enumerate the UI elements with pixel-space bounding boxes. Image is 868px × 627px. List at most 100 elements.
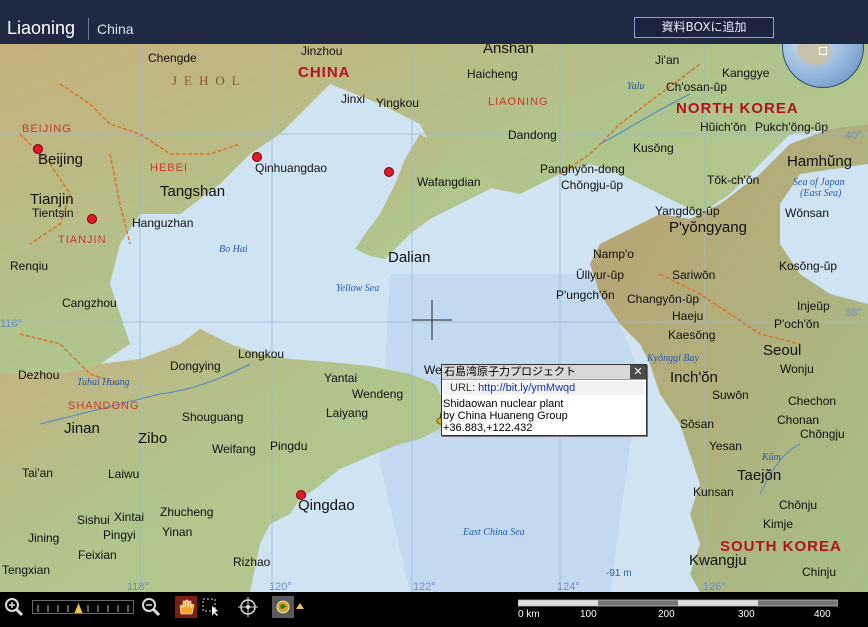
city-label: P'ungch'ŏn [556,288,615,302]
city-label: Yangdŏg-ŭp [655,204,720,218]
close-icon[interactable]: ✕ [630,365,646,379]
city-label: Chŏnju [779,498,818,512]
map-canvas[interactable]: CHINA NORTH KOREA SOUTH KOREA JEHOL LIAO… [0,44,868,592]
zoom-slider-thumb[interactable] [74,603,83,613]
region-label: SHANDONG [68,400,140,412]
longitude-label: 126° [703,581,726,592]
popup-url-row: URL: http://bit.ly/ymMwqd [444,381,644,395]
city-label: Feixian [78,548,117,562]
city-label: Shouguang [182,410,244,424]
water-label: Tuhai Huang [77,377,130,388]
water-label: Bo Hai [219,244,248,255]
popup-body: Shidaowan nuclear plant by China Huaneng… [442,395,646,434]
city-label: Qingdao [298,497,355,514]
city-label: Chŏngju-ŭp [561,178,624,192]
header-bar: Liaoning China 資料BOXに追加 [0,0,868,45]
city-label: Kusŏng [633,141,674,155]
city-label: Haicheng [467,67,518,81]
city-label: Jining [28,531,60,545]
region-label: JEHOL [172,73,247,88]
city-label: Jinzhou [301,44,343,58]
city-label: P'och'ŏn [774,317,820,331]
globe-icon[interactable] [272,596,294,618]
country-label: NORTH KOREA [676,100,799,117]
city-label: Kosŏng-ŭp [779,259,838,273]
city-label: Dandong [508,128,557,142]
city-label: Sishui [77,513,110,527]
city-label: Dalian [388,249,431,266]
city-label: Yinan [162,525,193,539]
zoom-out-icon[interactable] [140,596,162,618]
crosshair-icon[interactable] [237,596,259,618]
arrow-up-icon[interactable] [294,596,306,618]
city-label: Hanguzhan [132,216,194,230]
popup-url-link[interactable]: http://bit.ly/ymMwqd [478,382,575,394]
city-label: Jinan [64,420,100,437]
map-application: Liaoning China 資料BOXに追加 CHINA NORTH KORE… [0,0,868,627]
map-pin-wafangdian[interactable] [384,167,394,177]
city-label: Inch'ŏn [670,369,718,386]
map-pin-tianjin[interactable] [87,214,97,224]
zoom-slider[interactable] [32,600,134,614]
city-label: Laiyang [326,406,369,420]
select-arrow-icon[interactable] [200,596,222,618]
add-to-box-button[interactable]: 資料BOXに追加 [634,17,774,38]
depth-label: -91 m [606,568,632,579]
city-label: Xintai [114,510,145,524]
city-label: Anshan [483,44,534,57]
city-label: Ŭllyur-ŭp [576,268,625,282]
city-label: Wŏnsan [785,206,830,220]
url-label: URL: [450,382,476,394]
city-label: Laiwu [108,467,140,481]
scale-label: 100 [580,609,597,620]
city-label: Tianjin [30,191,74,208]
city-label: Pukch'ŏng-ŭp [755,120,829,134]
hand-pan-icon[interactable] [175,596,197,618]
city-label: Weifang [212,442,256,456]
region-label: HEBEI [150,162,189,174]
city-label: Tai'an [22,466,53,480]
globe-marker-icon [819,47,827,55]
city-label: Cangzhou [62,296,117,310]
longitude-label: 124° [557,581,580,592]
city-label: Yesan [709,439,742,453]
water-label: East China Sea [463,527,525,538]
city-label: Chengde [148,51,197,65]
water-label: Sea of Japan [793,177,845,188]
city-label: Seoul [763,342,802,359]
city-label: Tientsin [32,206,74,220]
city-label: P'yŏngyang [669,219,747,236]
city-label: Renqiu [10,259,49,273]
city-label: Injeŭp [797,299,830,313]
city-label: Wonju [780,362,814,376]
city-label: Kwangju [689,552,747,569]
popup-title: 石島湾原子力プロジェクト [442,365,646,380]
longitude-label: 122° [413,581,436,592]
city-label: Rizhao [233,555,271,569]
city-label: Hŭich'ŏn [700,120,747,134]
scale-label: 0 km [518,609,540,620]
city-label: Taejŏn [737,467,782,484]
city-label: Sŏsan [680,417,715,431]
zoom-in-icon[interactable] [3,596,25,618]
city-label: Haeju [672,309,704,323]
city-label: Kunsan [693,485,734,499]
longitude-label: 118° [127,581,149,592]
city-label: Zibo [138,430,168,447]
city-label: Pingdu [270,439,308,453]
city-label: Jinxi [341,92,366,106]
city-label: Dezhou [18,368,60,382]
title-divider [88,18,89,40]
city-label: Longkou [238,347,285,361]
city-label: Ji'an [655,53,680,67]
water-label: Yellow Sea [336,283,380,294]
popup-line: Shidaowan nuclear plant [443,398,564,410]
city-label: Sariwŏn [672,268,716,282]
region-label: BEIJING [22,123,72,135]
location-popup[interactable]: 石島湾原子力プロジェクト ✕ URL: http://bit.ly/ymMwqd … [441,364,647,436]
region-label: LIAONING [488,96,549,108]
region-label: TIANJIN [58,234,107,246]
water-label: (East Sea) [800,188,842,199]
bottom-toolbar: 0 km 100 200 300 400 [0,592,868,627]
city-label: Kaesŏng [668,328,716,342]
